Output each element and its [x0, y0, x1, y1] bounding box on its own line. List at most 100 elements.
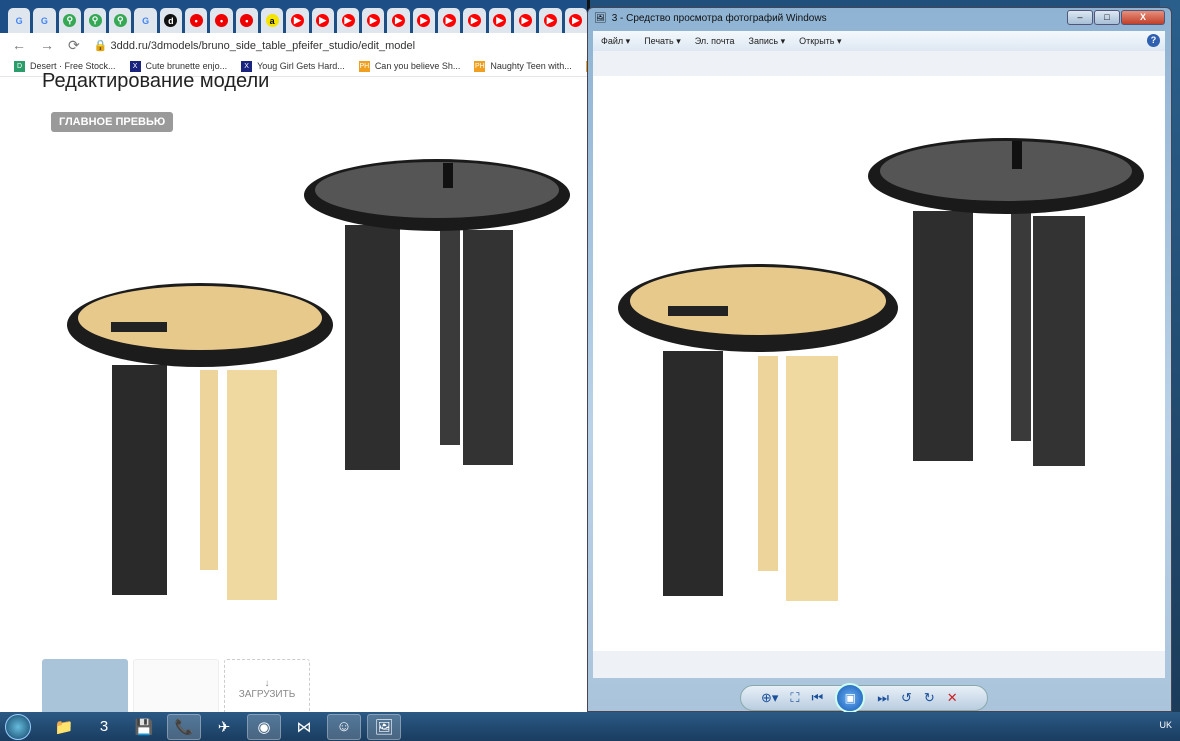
- browser-tab[interactable]: •: [185, 8, 208, 33]
- menu-label: Эл. почта: [694, 36, 735, 46]
- main-preview-button[interactable]: ГЛАВНОЕ ПРЕВЬЮ: [51, 112, 174, 132]
- url-field[interactable]: 🔒 3ddd.ru/3dmodels/bruno_side_table_pfei…: [94, 39, 415, 52]
- bookmark-icon: PH: [358, 61, 370, 73]
- yt-icon: ▶: [442, 14, 456, 27]
- thumbnail-strip: ↓ ЗАГРУЗИТЬ: [42, 659, 310, 712]
- G-icon: G: [15, 15, 23, 26]
- browser-tab[interactable]: ⚲: [83, 8, 107, 33]
- taskbar-photo-viewer-icon[interactable]: 🖼: [367, 713, 401, 740]
- menu-2[interactable]: Эл. почта: [695, 36, 735, 46]
- browser-tab[interactable]: ▶: [438, 8, 461, 33]
- taskbar-save-floppy-icon[interactable]: 💾: [127, 714, 161, 740]
- browser-tab[interactable]: ▶: [412, 8, 436, 33]
- browser-tab[interactable]: •: [235, 8, 258, 33]
- menu-1[interactable]: Печать ▾: [644, 36, 681, 47]
- browser-tab[interactable]: ▶: [387, 8, 410, 33]
- browser-tab[interactable]: ▶: [539, 8, 562, 33]
- close-button[interactable]: X: [1121, 10, 1165, 25]
- G-icon: G: [40, 15, 48, 26]
- yt-icon: ▶: [316, 14, 330, 27]
- dark-table: [304, 159, 570, 470]
- viewer-toolbar: ⊕▾ ⛶ ⏮ ▣ ⏭ ↺ ↻ ✕: [740, 683, 988, 713]
- maximize-button[interactable]: □: [1094, 10, 1120, 25]
- start-button[interactable]: [5, 713, 31, 740]
- back-icon[interactable]: ←: [12, 37, 26, 53]
- taskbar: 📁 3 💾 📞 ✈ ◉ ⋈ ☺ 🖼 UK: [0, 712, 1180, 741]
- upload-button[interactable]: ↓ ЗАГРУЗИТЬ: [224, 659, 310, 712]
- dropdown-arrow-icon: ▾: [625, 35, 631, 46]
- menu-label: Запись: [748, 35, 779, 46]
- bookmark[interactable]: PH Naughty Teen with...: [474, 60, 572, 73]
- forward-icon[interactable]: →: [40, 37, 54, 53]
- rotate-right-icon[interactable]: ↻: [924, 690, 935, 706]
- language-indicator[interactable]: UK: [1159, 720, 1172, 730]
- slideshow-button[interactable]: ▣: [835, 683, 866, 713]
- browser-tab[interactable]: ▶: [311, 8, 334, 33]
- G-icon: G: [142, 15, 150, 26]
- menu-4[interactable]: Открыть ▾: [799, 36, 841, 47]
- browser-tab[interactable]: a: [260, 8, 284, 33]
- browser-tab[interactable]: ▶: [488, 8, 511, 33]
- bookmark[interactable]: PH Can you believe Sh...: [358, 61, 460, 73]
- yt-icon: ▶: [569, 14, 583, 27]
- browser-tab[interactable]: G: [33, 8, 56, 33]
- dropdown-arrow-icon: ▾: [676, 35, 681, 46]
- browser-tab[interactable]: G: [8, 8, 31, 33]
- browser-tab[interactable]: ▶: [336, 8, 360, 33]
- yt-icon: ▶: [467, 14, 481, 27]
- window-title: 3 - Средство просмотра фотографий Window…: [611, 13, 827, 24]
- bookmark-label: Naughty Teen with...: [490, 60, 572, 71]
- maps-icon: ⚲: [88, 14, 102, 27]
- model-preview-image: [67, 159, 570, 600]
- app-icon: 🖼: [594, 13, 607, 24]
- maps-icon: ⚲: [63, 14, 77, 27]
- yt-icon: ▶: [366, 14, 380, 27]
- menu-3[interactable]: Запись ▾: [749, 36, 786, 47]
- taskbar-telegram-icon[interactable]: ✈: [207, 714, 241, 740]
- r-icon: •: [215, 14, 229, 27]
- r-icon: •: [240, 14, 254, 27]
- help-icon[interactable]: ?: [1147, 34, 1160, 47]
- bookmark-icon: D: [14, 61, 25, 73]
- browser-tab[interactable]: G: [134, 8, 157, 33]
- r-icon: •: [189, 14, 203, 27]
- delete-icon[interactable]: ✕: [947, 690, 958, 706]
- menu-0[interactable]: Файл ▾: [601, 36, 630, 47]
- taskbar-3ds-max-icon[interactable]: 3: [87, 714, 121, 740]
- thumbnail-selected[interactable]: [42, 659, 128, 712]
- fit-to-window-icon[interactable]: ⛶: [790, 690, 799, 706]
- minimize-button[interactable]: –: [1067, 10, 1093, 25]
- light-table: [67, 283, 333, 600]
- taskbar-visual-studio-icon[interactable]: ⋈: [287, 714, 321, 740]
- browser-tab[interactable]: •: [210, 8, 233, 33]
- taskbar-explorer-icon[interactable]: 📁: [47, 714, 81, 740]
- browser-tab[interactable]: ⚲: [109, 8, 132, 33]
- taskbar-viber-icon[interactable]: 📞: [167, 713, 201, 740]
- browser-tab[interactable]: ▶: [362, 8, 385, 33]
- page-title: Редактирование модели: [42, 70, 270, 92]
- zoom-icon[interactable]: ⊕▾: [761, 690, 778, 706]
- taskbar-discord-icon[interactable]: ☺: [327, 713, 361, 740]
- taskbar-chrome-icon[interactable]: ◉: [247, 713, 281, 740]
- thumbnail[interactable]: [133, 659, 219, 712]
- reload-icon[interactable]: ⟳: [68, 37, 80, 54]
- menu-label: Файл: [601, 35, 624, 46]
- yt-icon: ▶: [290, 14, 304, 27]
- dropdown-arrow-icon: ▾: [780, 35, 786, 46]
- next-icon[interactable]: ⏭: [877, 690, 889, 706]
- dropdown-arrow-icon: ▾: [837, 35, 842, 46]
- menu-bar: Файл ▾ Печать ▾ Эл. почта Запись ▾ Открыть ▾…: [593, 31, 1165, 51]
- browser-tab[interactable]: ⚲: [58, 8, 81, 33]
- browser-tab[interactable]: d: [159, 8, 183, 33]
- browser-tab[interactable]: ▶: [463, 8, 486, 33]
- tab-strip: G G ⚲ ⚲ ⚲ Gd • • • a ▶ ▶ ▶ ▶ ▶ ▶ ▶ ▶ ▶ ▶ ▶ ▶: [0, 0, 587, 33]
- yt-icon: ▶: [417, 14, 431, 27]
- previous-icon[interactable]: ⏮: [812, 690, 824, 706]
- browser-tab[interactable]: ▶: [513, 8, 537, 33]
- browser-tab[interactable]: ▶: [286, 8, 309, 33]
- rotate-left-icon[interactable]: ↺: [901, 690, 912, 706]
- bookmark-label: Youg Girl Gets Hard...: [257, 60, 345, 71]
- browser-tab[interactable]: ▶: [564, 8, 587, 33]
- yt-icon: ▶: [341, 14, 355, 27]
- a-icon: a: [265, 14, 279, 27]
